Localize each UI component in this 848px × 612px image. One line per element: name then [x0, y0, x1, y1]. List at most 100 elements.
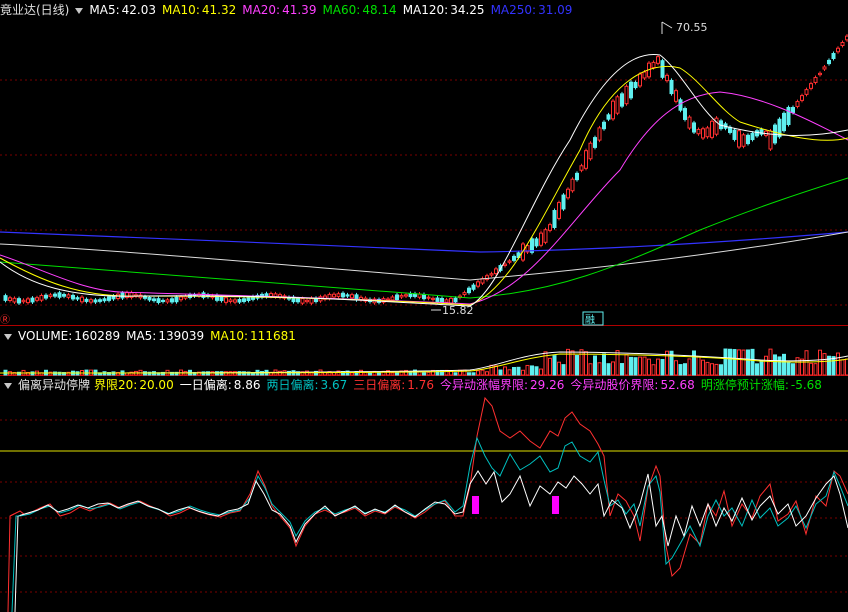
- price-chart[interactable]: 70.55 15.82 融 Ⓡ: [0, 0, 848, 326]
- candle: [818, 72, 822, 76]
- candle: [147, 296, 152, 301]
- volume-bar: [786, 361, 791, 376]
- volume-bar: [696, 356, 701, 376]
- indicator-chart[interactable]: [0, 376, 848, 612]
- volume-bar: [426, 371, 431, 376]
- volume-bar: [534, 366, 539, 376]
- volume-bar: [732, 349, 737, 376]
- candle: [341, 292, 345, 298]
- volume-bar: [660, 359, 665, 376]
- candle: [651, 61, 656, 69]
- candle: [165, 299, 170, 303]
- candle: [12, 297, 17, 303]
- candle: [332, 293, 336, 298]
- volume-bar: [597, 362, 602, 376]
- candle: [584, 150, 588, 169]
- volume-bar: [674, 360, 678, 376]
- candle: [3, 295, 8, 301]
- volume-bar: [309, 372, 314, 376]
- volume-bar: [539, 368, 543, 376]
- candle: [795, 101, 800, 107]
- candle: [701, 128, 705, 139]
- candle: [8, 297, 12, 302]
- candle: [107, 296, 111, 301]
- candle: [453, 297, 458, 303]
- candle: [404, 294, 408, 297]
- candle: [98, 299, 102, 302]
- candle: [489, 273, 494, 276]
- candle: [611, 100, 615, 120]
- candle: [242, 298, 246, 302]
- candle: [534, 238, 539, 247]
- candle: [53, 293, 57, 297]
- one-day-deviation-line: [17, 470, 848, 547]
- volume-bar: [606, 363, 611, 376]
- candle: [228, 299, 233, 303]
- volume-bar: [656, 358, 660, 376]
- candle: [687, 116, 692, 129]
- candle: [597, 127, 602, 141]
- ma10-line: [0, 65, 848, 306]
- candle: [615, 96, 620, 114]
- candle: [62, 293, 66, 297]
- candle: [503, 263, 507, 266]
- candle: [588, 142, 593, 160]
- volume-bar: [642, 356, 647, 376]
- candle: [66, 294, 71, 298]
- candle: [620, 93, 624, 107]
- ma250-line: [0, 231, 848, 253]
- candle: [548, 224, 552, 231]
- volume-chart[interactable]: [0, 326, 848, 376]
- candle: [809, 83, 813, 89]
- candle: [345, 294, 350, 297]
- candle: [683, 108, 687, 120]
- volume-bar: [566, 348, 570, 376]
- candle: [435, 297, 440, 303]
- low-price-annotation: 15.82: [431, 304, 474, 317]
- candle: [822, 66, 827, 70]
- candle: [471, 284, 476, 290]
- volume-bar: [651, 364, 656, 376]
- candle: [566, 188, 570, 199]
- volume-bar: [584, 351, 588, 376]
- candle: [800, 95, 804, 101]
- candle: [696, 128, 701, 135]
- candle: [665, 74, 669, 82]
- volume-bar: [714, 363, 719, 376]
- volume-bar: [485, 371, 489, 376]
- candle: [737, 130, 741, 148]
- volume-bar: [467, 372, 471, 376]
- volume-bar: [809, 362, 813, 376]
- candle: [629, 81, 633, 99]
- volume-bar: [782, 353, 786, 376]
- candle: [48, 294, 53, 298]
- volume-bar: [719, 364, 723, 376]
- candle: [102, 298, 107, 302]
- candle: [539, 232, 543, 246]
- volume-bar: [710, 363, 714, 376]
- volume-bar: [723, 348, 728, 376]
- candle: [309, 297, 314, 304]
- candle: [224, 297, 228, 303]
- candle: [170, 298, 174, 303]
- candle: [602, 121, 606, 130]
- candle: [827, 59, 831, 65]
- volume-bar: [768, 348, 773, 376]
- candle: [476, 281, 480, 287]
- volume-bar: [525, 364, 530, 376]
- candle: [579, 165, 584, 171]
- volume-bar: [791, 363, 795, 376]
- volume-bar: [804, 350, 809, 376]
- volume-bar: [575, 355, 579, 376]
- volume-bar: [611, 361, 615, 376]
- candle: [35, 297, 39, 301]
- candle: [426, 296, 431, 299]
- candle: [638, 73, 642, 87]
- candle: [422, 293, 426, 300]
- volume-bar: [687, 358, 692, 376]
- candle: [462, 292, 467, 296]
- candle: [656, 56, 660, 64]
- volume-bar: [53, 371, 57, 376]
- candle: [395, 294, 399, 301]
- candle: [570, 178, 575, 192]
